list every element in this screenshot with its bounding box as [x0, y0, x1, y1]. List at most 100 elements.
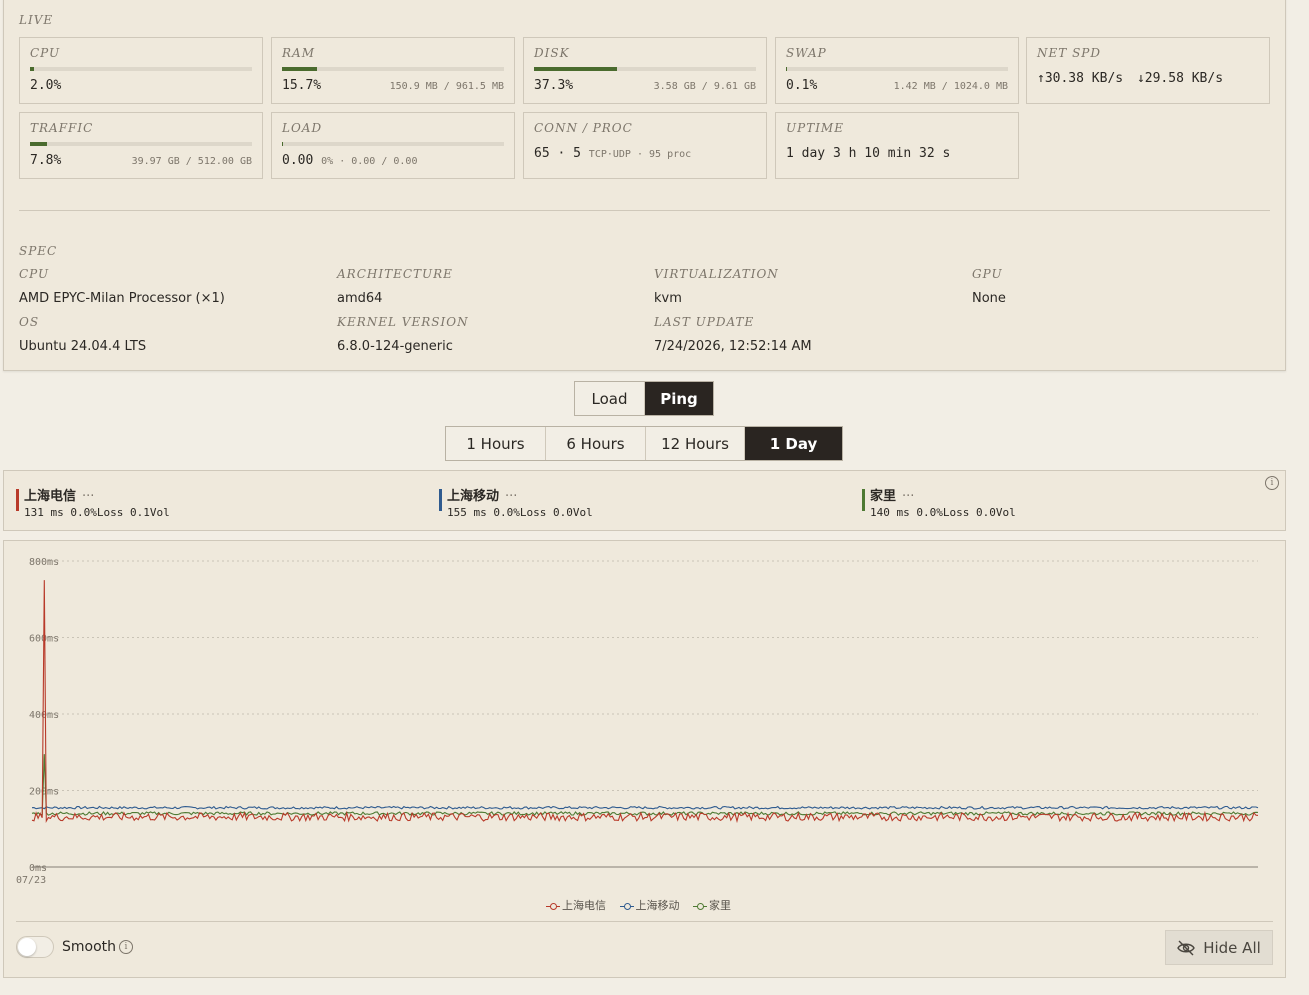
ping-target-color-mark	[16, 489, 19, 511]
view-toggle: Load Ping	[574, 381, 714, 416]
series-line	[31, 754, 1259, 817]
y-tick-label: 400ms	[29, 710, 59, 721]
ping-chart: 800ms600ms400ms200ms0ms07/23	[16, 557, 1259, 886]
range-12-hours[interactable]: 12 Hours	[646, 427, 745, 460]
spec-section-title: SPEC	[19, 244, 58, 258]
legend-marker-icon	[693, 902, 707, 910]
spec-last-update: LAST UPDATE 7/24/2026, 12:52:14 AM	[654, 315, 812, 354]
more-icon[interactable]: ···	[902, 489, 914, 504]
load-detail: 0% · 0.00 / 0.00	[321, 156, 418, 167]
cpu-label: CPU	[30, 46, 61, 60]
spec-gpu-value: None	[972, 291, 1006, 306]
more-icon[interactable]: ···	[82, 489, 94, 504]
disk-bar	[534, 67, 756, 71]
ping-target-stats: 140 ms 0.0%Loss 0.0Vol	[870, 506, 1016, 519]
legend-label: 家里	[709, 899, 731, 912]
cpu-card: CPU 2.0%	[19, 37, 263, 104]
x-tick-label: 07/23	[16, 875, 46, 886]
conn-detail: TCP·UDP · 95 proc	[588, 149, 692, 160]
hide-all-button[interactable]: Hide All	[1165, 930, 1273, 965]
spec-os-label: OS	[19, 315, 40, 329]
live-section-title: LIVE	[19, 13, 54, 27]
ram-bar	[282, 67, 504, 71]
series-line	[31, 805, 1259, 810]
info-icon[interactable]: i	[1265, 476, 1279, 490]
uptime-value: 1 day 3 h 10 min 32 s	[786, 146, 951, 161]
smooth-label: Smooth	[62, 939, 117, 955]
range-1-day[interactable]: 1 Day	[745, 427, 842, 460]
spec-os-value: Ubuntu 24.04.4 LTS	[19, 339, 147, 354]
legend-item[interactable]: 上海电信	[546, 899, 606, 912]
disk-detail: 3.58 GB / 9.61 GB	[653, 81, 756, 92]
smooth-toggle[interactable]	[16, 936, 54, 958]
load-value: 0.00	[282, 153, 314, 168]
ping-target-item[interactable]: 上海电信 ··· 131 ms 0.0%Loss 0.1Vol	[16, 485, 170, 519]
load-label: LOAD	[282, 121, 323, 135]
arrow-down-icon: ↓	[1136, 71, 1145, 86]
disk-value: 37.3%	[534, 78, 574, 93]
legend-marker-icon	[546, 902, 560, 910]
ping-target-color-mark	[862, 489, 865, 511]
section-divider	[19, 210, 1270, 211]
legend-marker-icon	[619, 902, 634, 910]
tab-load[interactable]: Load	[575, 382, 645, 415]
spec-kernel-label: KERNEL VERSION	[337, 315, 469, 329]
load-value-row: 0.00 0% · 0.00 / 0.00	[282, 153, 417, 168]
spec-last-update-value: 7/24/2026, 12:52:14 AM	[654, 339, 812, 354]
legend-item[interactable]: 家里	[693, 899, 731, 912]
uptime-card: UPTIME 1 day 3 h 10 min 32 s	[775, 112, 1019, 179]
ping-target-name: 上海电信	[24, 489, 77, 504]
spec-virtualization-value: kvm	[654, 291, 682, 306]
swap-label: SWAP	[786, 46, 827, 60]
spec-gpu-label: GPU	[972, 267, 1003, 281]
spec-architecture-label: ARCHITECTURE	[337, 267, 453, 281]
net-speed-card: NET SPD ↑30.38 KB/s ↓29.58 KB/s	[1026, 37, 1270, 104]
spec-architecture: ARCHITECTURE amd64	[337, 267, 453, 306]
chart-divider	[16, 921, 1273, 922]
y-tick-label: 800ms	[29, 557, 59, 568]
net-download: 29.58 KB/s	[1144, 71, 1224, 86]
ping-targets-panel: 上海电信 ··· 131 ms 0.0%Loss 0.1Vol 上海移动 ··· 1…	[3, 470, 1286, 531]
net-upload: 30.38 KB/s	[1044, 71, 1124, 86]
tab-ping[interactable]: Ping	[645, 382, 713, 415]
cpu-value: 2.0%	[30, 78, 62, 93]
traffic-bar-fill	[30, 142, 48, 146]
load-bar	[282, 142, 504, 146]
hide-all-label: Hide All	[1203, 938, 1261, 957]
legend-label: 上海移动	[635, 899, 680, 912]
spec-virtualization-label: VIRTUALIZATION	[654, 267, 779, 281]
legend-item[interactable]: 上海移动	[619, 899, 680, 912]
traffic-label: TRAFFIC	[30, 121, 94, 135]
ping-target-item[interactable]: 上海移动 ··· 155 ms 0.0%Loss 0.0Vol	[439, 485, 593, 519]
y-tick-label: 200ms	[29, 787, 59, 798]
spec-kernel-value: 6.8.0-124-generic	[337, 339, 453, 354]
spec-last-update-label: LAST UPDATE	[654, 315, 755, 329]
swap-bar	[786, 67, 1008, 71]
swap-detail: 1.42 MB / 1024.0 MB	[893, 81, 1008, 92]
spec-gpu: GPU None	[972, 267, 1006, 306]
net-speed-values: ↑30.38 KB/s ↓29.58 KB/s	[1037, 71, 1223, 86]
range-6-hours[interactable]: 6 Hours	[546, 427, 646, 460]
traffic-detail: 39.97 GB / 512.00 GB	[131, 156, 252, 167]
cpu-bar	[30, 67, 252, 71]
ram-bar-fill	[282, 67, 317, 71]
toggle-knob	[18, 938, 36, 956]
ping-chart-panel: 800ms 600ms 400ms 200ms 0ms 07/23 上海电信 上海移动 家…	[3, 540, 1286, 978]
ping-target-item[interactable]: 家里 ··· 140 ms 0.0%Loss 0.0Vol	[862, 485, 1016, 519]
eye-off-icon	[1177, 940, 1196, 955]
swap-value: 0.1%	[786, 78, 818, 93]
spec-cpu-value: AMD EPYC-Milan Processor (×1)	[19, 291, 225, 306]
y-tick-label: 0ms	[29, 863, 47, 874]
ram-card: RAM 15.7% 150.9 MB / 961.5 MB	[271, 37, 515, 104]
more-icon[interactable]: ···	[505, 489, 517, 504]
conn-value: 65 · 5	[534, 146, 581, 161]
time-range-toggle: 1 Hours 6 Hours 12 Hours 1 Day	[445, 426, 843, 461]
info-icon[interactable]: i	[119, 940, 133, 954]
load-bar-fill	[282, 142, 284, 146]
disk-label: DISK	[534, 46, 570, 60]
traffic-value: 7.8%	[30, 153, 62, 168]
swap-card: SWAP 0.1% 1.42 MB / 1024.0 MB	[775, 37, 1019, 104]
swap-bar-fill	[786, 67, 788, 71]
ram-detail: 150.9 MB / 961.5 MB	[389, 81, 504, 92]
range-1-hours[interactable]: 1 Hours	[446, 427, 546, 460]
